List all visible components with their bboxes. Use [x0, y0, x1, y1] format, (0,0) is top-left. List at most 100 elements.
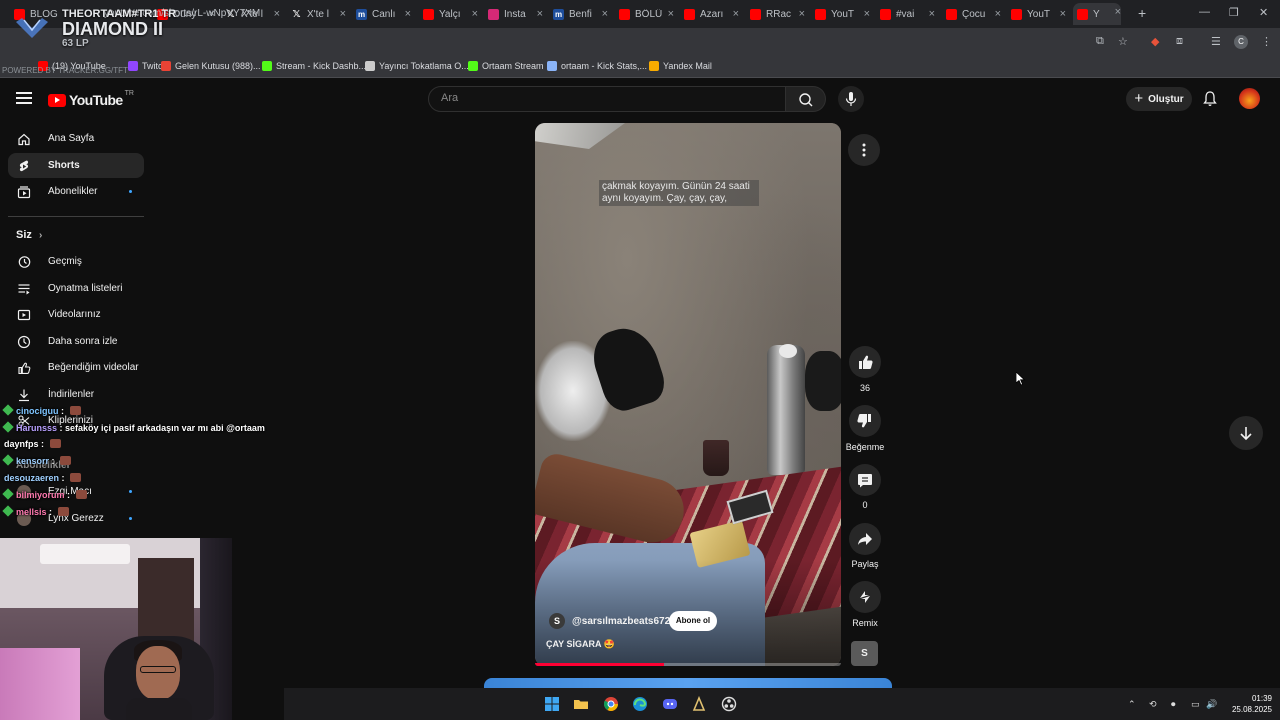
close-tab-icon[interactable]: ×	[929, 5, 935, 23]
short-title[interactable]: ÇAY SİGARA 🤩	[546, 639, 615, 650]
extensions-puzzle-icon[interactable]: ⧈	[1176, 35, 1183, 48]
browser-tab[interactable]: BÖLÜ ×	[619, 5, 674, 23]
close-tab-icon[interactable]: ×	[799, 5, 805, 23]
sidebar-item[interactable]: Shorts	[8, 152, 144, 178]
video-progress-bar[interactable]	[535, 663, 841, 666]
browser-tab[interactable]: m Benfi ×	[553, 5, 608, 23]
channel-name[interactable]: @sarsılmazbeats6727	[572, 616, 676, 627]
user-avatar[interactable]	[1239, 88, 1260, 109]
browser-tab-title: YouT	[1027, 8, 1050, 20]
video-progress-fill	[535, 663, 664, 666]
close-window-button[interactable]: ✕	[1259, 6, 1268, 19]
close-tab-icon[interactable]: ×	[405, 5, 411, 23]
tray-display-icon[interactable]: ▭	[1191, 699, 1200, 710]
channel-avatar[interactable]: S	[549, 613, 565, 629]
sound-source-thumbnail[interactable]: S	[851, 641, 878, 666]
close-tab-icon[interactable]: ×	[733, 5, 739, 23]
home-icon	[18, 133, 30, 146]
browser-menu-icon[interactable]: ⋮	[1261, 35, 1272, 48]
obs-icon[interactable]	[721, 696, 737, 712]
search-button[interactable]	[786, 86, 826, 112]
youtube-logo[interactable]: YouTube TR	[48, 90, 134, 108]
sidebar-item[interactable]: Oynatma listeleri	[8, 276, 144, 301]
close-tab-icon[interactable]: ×	[864, 5, 870, 23]
browser-tab[interactable]: Insta ×	[488, 5, 543, 23]
browser-tab[interactable]: #vai ×	[880, 5, 935, 23]
file-explorer-icon[interactable]	[573, 696, 589, 712]
close-tab-icon[interactable]: ×	[995, 5, 1001, 23]
browser-tab-title: BÖLÜ	[635, 8, 663, 20]
media-control-icon[interactable]: ☰	[1211, 35, 1221, 48]
bookmark-item[interactable]: Stream - Kick Dashb...	[262, 61, 366, 71]
close-tab-icon[interactable]: ×	[472, 5, 478, 23]
your-videos-icon	[17, 309, 31, 321]
sidebar-item[interactable]: Geçmiş	[8, 249, 144, 274]
search-input[interactable]	[441, 92, 771, 104]
chrome-icon[interactable]	[603, 696, 619, 712]
sidebar-item[interactable]: İndirilenler	[8, 382, 144, 407]
discord-icon[interactable]	[662, 696, 678, 712]
more-options-button[interactable]	[848, 134, 880, 166]
bookmark-item[interactable]: Yandex Mail	[649, 61, 712, 71]
share-button[interactable]	[849, 523, 881, 555]
remix-button[interactable]	[849, 581, 881, 613]
browser-tab[interactable]: RRac ×	[750, 5, 805, 23]
next-short-preview[interactable]	[484, 678, 892, 688]
extension-icon[interactable]: ◆	[1151, 35, 1159, 48]
browser-tab[interactable]: YouT ×	[815, 5, 870, 23]
edge-icon[interactable]	[632, 696, 648, 712]
close-tab-icon[interactable]: ×	[602, 5, 608, 23]
sidebar-item[interactable]: Abonelikler	[8, 179, 144, 204]
notifications-bell-icon[interactable]	[1202, 90, 1218, 107]
new-tab-button[interactable]: +	[1138, 5, 1146, 21]
taskbar-clock[interactable]: 01:39 25.08.2025	[1228, 693, 1272, 715]
like-button[interactable]	[849, 346, 881, 378]
close-tab-icon[interactable]: ×	[1060, 5, 1066, 23]
next-short-button[interactable]	[1229, 416, 1263, 450]
create-button[interactable]: + Oluştur	[1126, 87, 1192, 111]
dislike-button[interactable]	[849, 405, 881, 437]
sidebar-item[interactable]: Videolarınız	[8, 302, 144, 327]
subscribe-button[interactable]: Abone ol	[669, 611, 717, 631]
sidebar-item-label: Beğendiğim videolar	[48, 362, 139, 373]
close-tab-icon[interactable]: ×	[274, 5, 280, 23]
bookmark-star-icon[interactable]: ☆	[1118, 35, 1128, 48]
tray-mic-icon[interactable]: ⏺	[1171, 699, 1176, 710]
sidebar-item[interactable]: Beğendiğim videolar	[8, 355, 144, 380]
youtube-play-icon	[48, 93, 66, 107]
browser-tab[interactable]: 𝕏 X'te l ×	[291, 5, 346, 23]
share-label: Paylaş	[851, 559, 879, 569]
browser-tab[interactable]: Y ×	[1073, 3, 1121, 25]
close-tab-icon[interactable]: ×	[1115, 3, 1121, 21]
sidebar-item[interactable]: Daha sonra izle	[8, 329, 144, 354]
maximize-button[interactable]: ❐	[1229, 6, 1239, 19]
browser-tab[interactable]: m Canlı ×	[356, 5, 411, 23]
tray-sync-icon[interactable]: ⟲	[1149, 699, 1157, 710]
close-tab-icon[interactable]: ×	[668, 5, 674, 23]
close-tab-icon[interactable]: ×	[340, 5, 346, 23]
voice-search-button[interactable]	[838, 86, 864, 112]
profile-avatar[interactable]: C	[1234, 35, 1248, 49]
tray-chevron-icon[interactable]: ⌃	[1128, 699, 1136, 710]
comments-button[interactable]	[849, 464, 881, 496]
bookmark-item[interactable]: Gelen Kutusu (988)...	[161, 61, 261, 71]
install-app-icon[interactable]: ⧉	[1096, 35, 1104, 48]
clock-date: 25.08.2025	[1231, 705, 1272, 714]
chat-emote-icon	[69, 406, 81, 415]
windows-start-icon[interactable]	[544, 696, 560, 712]
sidebar-you-header[interactable]: Siz ›	[16, 229, 42, 241]
browser-tab[interactable]: Çocu ×	[946, 5, 1001, 23]
shorts-icon	[19, 159, 29, 171]
app-icon[interactable]	[691, 696, 707, 712]
browser-tab[interactable]: Yalçı ×	[423, 5, 478, 23]
hamburger-menu-icon[interactable]	[16, 92, 32, 104]
bookmark-item[interactable]: Ortaam Stream	[468, 61, 544, 71]
bookmark-item[interactable]: Yayıncı Tokatlama O...	[365, 61, 469, 71]
bookmark-item[interactable]: ortaam - Kick Stats,...	[547, 61, 647, 71]
minimize-button[interactable]: —	[1199, 6, 1210, 18]
tray-volume-icon[interactable]: 🔊	[1206, 699, 1217, 710]
sidebar-item[interactable]: Ana Sayfa	[8, 126, 144, 151]
browser-tab[interactable]: YouT ×	[1011, 5, 1066, 23]
browser-tab[interactable]: Azarı ×	[684, 5, 739, 23]
close-tab-icon[interactable]: ×	[537, 5, 543, 23]
